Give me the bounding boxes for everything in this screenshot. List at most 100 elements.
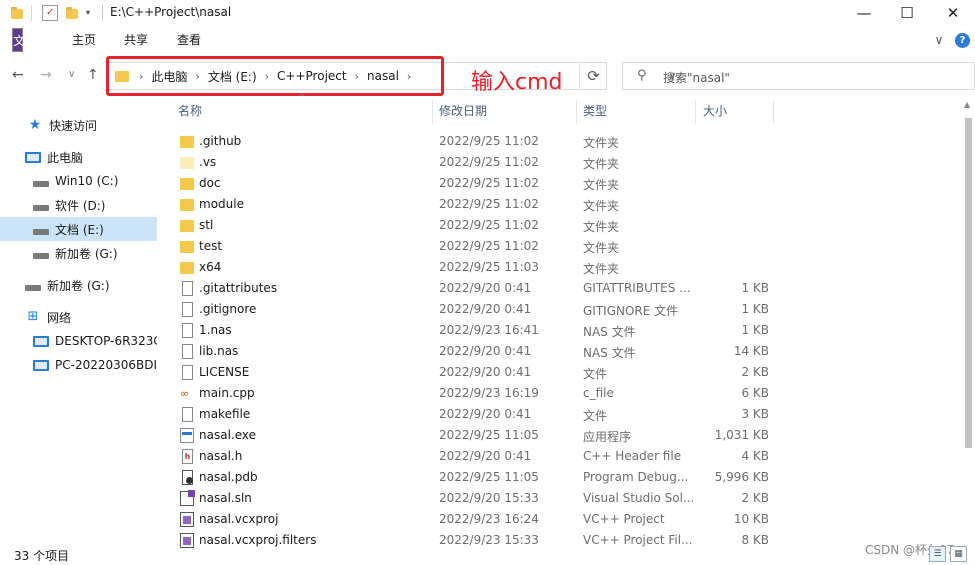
project-file-icon bbox=[180, 533, 194, 548]
file-type: 文件夹 bbox=[583, 241, 620, 255]
qa-separator bbox=[31, 5, 32, 21]
back-button[interactable]: ← bbox=[12, 67, 24, 83]
sidebar-item-drive-g-root[interactable]: 新加卷 (G:) bbox=[0, 273, 157, 297]
title-bar: ✓ ▾ E:\C++Project\nasal — ☐ ✕ bbox=[0, 0, 975, 26]
file-size: 1 KB bbox=[741, 323, 769, 337]
file-row[interactable]: ∞ main.cpp 2022/9/23 16:19 c_file 6 KB bbox=[170, 383, 960, 404]
file-name: x64 bbox=[199, 260, 222, 274]
file-name: nasal.sln bbox=[199, 491, 252, 505]
file-row[interactable]: nasal.pdb 2022/9/25 11:05 Program Debug...… bbox=[170, 467, 960, 488]
sidebar-item-network-pc[interactable]: PC-20220306BDIC bbox=[0, 353, 157, 377]
file-row[interactable]: doc 2022/9/25 11:02 文件夹 bbox=[170, 173, 960, 194]
file-icon bbox=[182, 344, 193, 359]
ribbon-expand-icon[interactable]: ∨ bbox=[930, 28, 948, 52]
tab-share[interactable]: 共享 bbox=[114, 28, 158, 52]
file-icon bbox=[182, 323, 193, 338]
sidebar-item-label: 软件 (D:) bbox=[55, 198, 106, 213]
search-box[interactable]: ⚲ 搜索"nasal" bbox=[622, 62, 975, 90]
folder-icon bbox=[180, 136, 194, 148]
file-size: 10 KB bbox=[733, 512, 769, 526]
tab-view[interactable]: 查看 bbox=[167, 28, 211, 52]
file-row[interactable]: makefile 2022/9/20 0:41 文件 3 KB bbox=[170, 404, 960, 425]
sidebar-item-network[interactable]: ⊞ 网络 bbox=[0, 305, 157, 329]
file-date: 2022/9/20 0:41 bbox=[439, 344, 532, 358]
pdb-file-icon bbox=[182, 470, 193, 485]
file-row[interactable]: .gitignore 2022/9/20 0:41 GITIGNORE 文件 1 KB bbox=[170, 299, 960, 320]
file-row[interactable]: test 2022/9/25 11:02 文件夹 bbox=[170, 236, 960, 257]
file-row[interactable]: .gitattributes 2022/9/20 0:41 GITATTRIBUTE… bbox=[170, 278, 960, 299]
file-type: GITATTRIBUTES ... bbox=[583, 281, 691, 295]
file-size: 14 KB bbox=[733, 344, 769, 358]
up-button[interactable]: ↑ bbox=[87, 67, 99, 83]
file-name: nasal.exe bbox=[199, 428, 256, 442]
file-date: 2022/9/25 11:02 bbox=[439, 176, 539, 190]
file-row[interactable]: nasal.exe 2022/9/25 11:05 应用程序 1,031 KB bbox=[170, 425, 960, 446]
file-date: 2022/9/25 11:05 bbox=[439, 470, 539, 484]
file-row[interactable]: lib.nas 2022/9/20 0:41 NAS 文件 14 KB bbox=[170, 341, 960, 362]
file-row[interactable]: LICENSE 2022/9/20 0:41 文件 2 KB bbox=[170, 362, 960, 383]
file-row[interactable]: h nasal.h 2022/9/20 0:41 C++ Header file 4 K… bbox=[170, 446, 960, 467]
properties-icon[interactable]: ✓ bbox=[42, 5, 58, 21]
file-type: VC++ Project bbox=[583, 512, 665, 526]
file-type: C++ Header file bbox=[583, 449, 682, 463]
file-row[interactable]: nasal.vcxproj 2022/9/23 16:24 VC++ Project… bbox=[170, 509, 960, 530]
minimize-button[interactable]: — bbox=[842, 0, 886, 26]
folder-icon bbox=[180, 241, 194, 253]
file-name: 1.nas bbox=[199, 323, 232, 337]
sidebar-item-drive-c[interactable]: Win10 (C:) bbox=[0, 169, 157, 193]
file-type: 文件 bbox=[583, 367, 608, 381]
sidebar-item-desktop-pc[interactable]: DESKTOP-6R323C bbox=[0, 329, 157, 353]
file-icon bbox=[182, 407, 193, 422]
sidebar-item-drive-g[interactable]: 新加卷 (G:) bbox=[0, 241, 157, 265]
tab-file[interactable]: 文件 bbox=[12, 28, 25, 72]
large-icons-view-icon[interactable]: ▦ bbox=[950, 546, 967, 562]
column-header-size[interactable]: 大小 bbox=[697, 100, 774, 124]
file-name: .gitignore bbox=[199, 302, 257, 316]
details-view-icon[interactable]: ☰ bbox=[929, 546, 946, 562]
customize-qa-icon[interactable]: ▾ bbox=[86, 5, 102, 21]
tab-home[interactable]: 主页 bbox=[62, 28, 106, 52]
file-type: c_file bbox=[583, 386, 614, 400]
cpp-file-icon: ∞ bbox=[180, 387, 190, 400]
refresh-button[interactable]: ⟳ bbox=[579, 62, 607, 90]
file-row[interactable]: nasal.vcxproj.filters 2022/9/23 15:33 VC++… bbox=[170, 530, 960, 551]
file-date: 2022/9/20 15:33 bbox=[439, 491, 539, 505]
file-row[interactable]: x64 2022/9/25 11:03 文件夹 bbox=[170, 257, 960, 278]
new-folder-icon[interactable] bbox=[64, 5, 80, 21]
file-name: doc bbox=[199, 176, 221, 190]
drive-icon bbox=[33, 181, 49, 187]
column-header-name[interactable]: 名称 bbox=[172, 100, 433, 124]
file-icon bbox=[182, 281, 193, 296]
folder-icon bbox=[180, 199, 194, 211]
file-row[interactable]: nasal.sln 2022/9/20 15:33 Visual Studio So… bbox=[170, 488, 960, 509]
column-header-date[interactable]: 修改日期 bbox=[433, 100, 577, 124]
file-row[interactable]: module 2022/9/25 11:02 文件夹 bbox=[170, 194, 960, 215]
pc-icon bbox=[25, 151, 41, 163]
forward-button[interactable]: → bbox=[40, 67, 52, 83]
project-file-icon bbox=[180, 512, 194, 527]
maximize-button[interactable]: ☐ bbox=[885, 0, 929, 26]
file-date: 2022/9/25 11:02 bbox=[439, 155, 539, 169]
column-header-type[interactable]: 类型 bbox=[577, 100, 696, 124]
file-type: 文件夹 bbox=[583, 220, 620, 234]
file-row[interactable]: 1.nas 2022/9/23 16:41 NAS 文件 1 KB bbox=[170, 320, 960, 341]
scrollbar-thumb[interactable] bbox=[965, 118, 972, 448]
file-row[interactable]: .github 2022/9/25 11:02 文件夹 bbox=[170, 131, 960, 152]
file-size: 3 KB bbox=[741, 407, 769, 421]
help-icon[interactable]: ? bbox=[955, 33, 970, 48]
sidebar-item-drive-e[interactable]: 文档 (E:) bbox=[0, 217, 157, 241]
scroll-up-icon[interactable]: ▲ bbox=[964, 100, 970, 109]
file-date: 2022/9/20 0:41 bbox=[439, 407, 532, 421]
recent-locations-button[interactable]: ∨ bbox=[68, 69, 75, 80]
sidebar-item-this-pc[interactable]: 此电脑 bbox=[0, 145, 157, 169]
file-row[interactable]: .vs 2022/9/25 11:02 文件夹 bbox=[170, 152, 960, 173]
sidebar-item-drive-d[interactable]: 软件 (D:) bbox=[0, 193, 157, 217]
file-type: GITIGNORE 文件 bbox=[583, 304, 679, 318]
close-button[interactable]: ✕ bbox=[931, 0, 975, 26]
file-date: 2022/9/25 11:02 bbox=[439, 239, 539, 253]
vertical-scrollbar[interactable]: ▲ bbox=[961, 100, 975, 540]
file-row[interactable]: stl 2022/9/25 11:02 文件夹 bbox=[170, 215, 960, 236]
folder-icon bbox=[180, 178, 194, 190]
sidebar-item-quick-access[interactable]: ★ 快速访问 bbox=[0, 113, 157, 137]
file-type: NAS 文件 bbox=[583, 325, 636, 339]
